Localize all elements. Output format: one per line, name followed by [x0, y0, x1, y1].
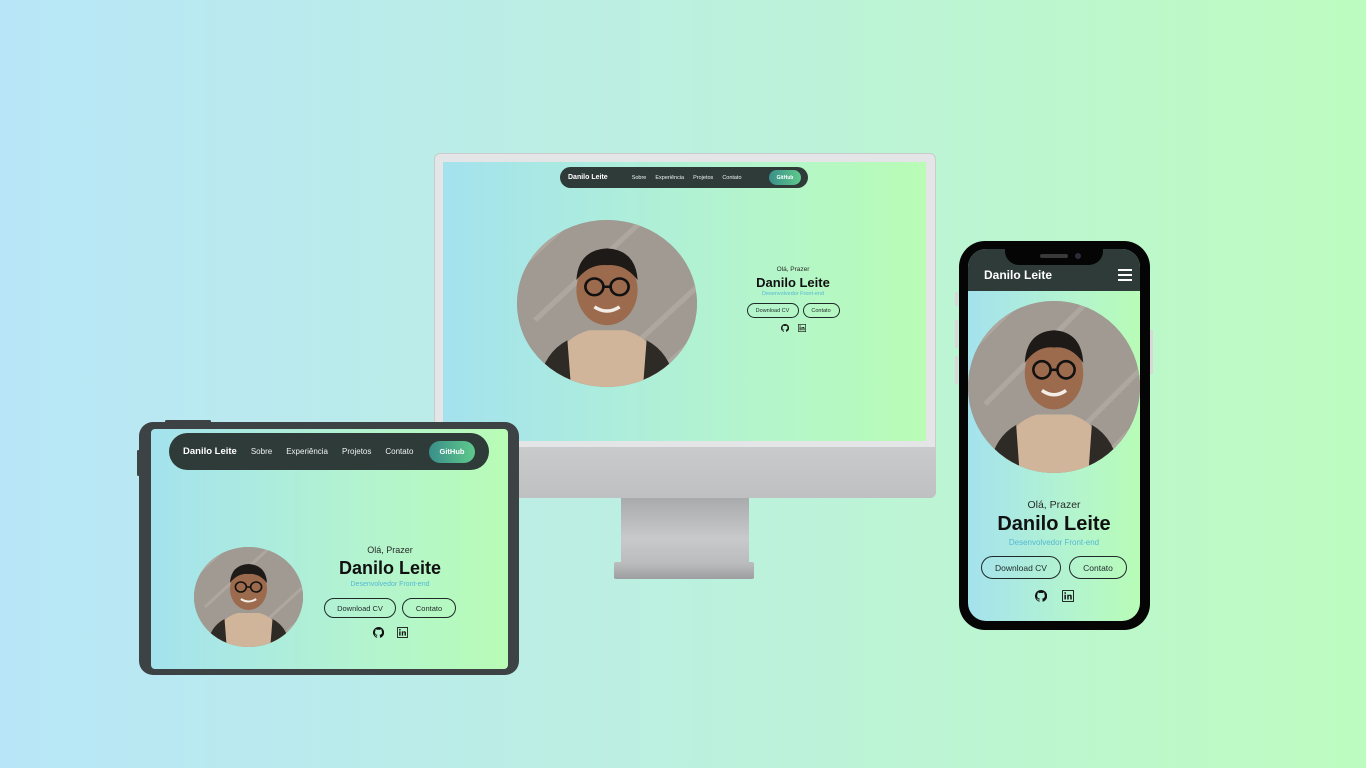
desktop-nav-contato[interactable]: Contato — [722, 175, 741, 181]
phone-github-icon[interactable] — [1034, 590, 1047, 602]
phone-role: Desenvolvedor Front-end — [1008, 538, 1100, 547]
desktop-hero: Olá, Prazer Danilo Leite Desenvolvedor F… — [733, 266, 853, 332]
tablet-hero: Olá, Prazer Danilo Leite Desenvolvedor F… — [317, 545, 463, 638]
tablet-nav-sobre[interactable]: Sobre — [251, 447, 272, 456]
tablet-brand[interactable]: Danilo Leite — [183, 446, 237, 457]
tablet-greeting: Olá, Prazer — [367, 545, 413, 555]
desktop-github-icon[interactable] — [780, 324, 789, 332]
phone-screen: Danilo Leite Olá, Prazer Danilo Leite De… — [968, 249, 1140, 621]
phone-camera — [1075, 253, 1081, 259]
tablet-profile-photo — [194, 547, 303, 647]
tablet-linkedin-icon[interactable] — [396, 627, 408, 638]
tablet-navbar: Danilo Leite Sobre Experiência Projetos … — [169, 433, 489, 470]
phone-speaker — [1040, 254, 1068, 258]
monitor-stand — [621, 498, 749, 566]
phone-contact-button[interactable]: Contato — [1069, 556, 1127, 579]
desktop-screen: Danilo Leite Sobre Experiência Projetos … — [443, 162, 926, 441]
desktop-download-cv-button[interactable]: Download CV — [746, 303, 799, 318]
desktop-name: Danilo Leite — [756, 275, 830, 290]
phone-side-button — [955, 292, 958, 306]
desktop-nav-projetos[interactable]: Projetos — [693, 175, 713, 181]
monitor-stand-base — [614, 562, 754, 579]
tablet-nav-experiencia[interactable]: Experiência — [286, 447, 328, 456]
tablet-github-button[interactable]: GitHub — [429, 440, 475, 463]
phone-name: Danilo Leite — [997, 513, 1111, 535]
phone-profile-photo — [968, 301, 1140, 473]
tablet-download-cv-button[interactable]: Download CV — [324, 598, 396, 618]
phone-greeting: Olá, Prazer — [1027, 499, 1081, 511]
tablet-screen: Danilo Leite Sobre Experiência Projetos … — [151, 429, 508, 669]
desktop-github-button[interactable]: GitHub — [769, 170, 801, 185]
tablet-contact-button[interactable]: Contato — [402, 598, 456, 618]
hamburger-menu-icon[interactable] — [1118, 269, 1132, 281]
tablet-role: Desenvolvedor Front-end — [350, 581, 430, 588]
tablet-nav-contato[interactable]: Contato — [385, 447, 413, 456]
tablet-nav-projetos[interactable]: Projetos — [342, 447, 371, 456]
phone-hero: Olá, Prazer Danilo Leite Desenvolvedor F… — [968, 499, 1140, 602]
desktop-contact-button[interactable]: Contato — [802, 303, 840, 318]
desktop-brand[interactable]: Danilo Leite — [568, 174, 608, 181]
phone-volume-down — [955, 356, 958, 384]
desktop-nav-sobre[interactable]: Sobre — [632, 175, 647, 181]
phone-download-cv-button[interactable]: Download CV — [981, 556, 1061, 579]
desktop-greeting: Olá, Prazer — [776, 266, 810, 273]
phone-volume-up — [955, 320, 958, 348]
phone-notch — [1005, 241, 1103, 265]
desktop-nav-experiencia[interactable]: Experiência — [655, 175, 684, 181]
desktop-navbar: Danilo Leite Sobre Experiência Projetos … — [560, 167, 808, 188]
tablet-github-icon[interactable] — [372, 627, 384, 638]
desktop-linkedin-icon[interactable] — [797, 324, 806, 332]
phone-linkedin-icon[interactable] — [1061, 590, 1074, 602]
tablet-name: Danilo Leite — [338, 558, 441, 578]
desktop-profile-photo — [517, 220, 697, 387]
desktop-role: Desenvolvedor Front-end — [761, 291, 825, 297]
phone-brand[interactable]: Danilo Leite — [984, 268, 1052, 282]
phone-power-button — [1150, 330, 1153, 374]
